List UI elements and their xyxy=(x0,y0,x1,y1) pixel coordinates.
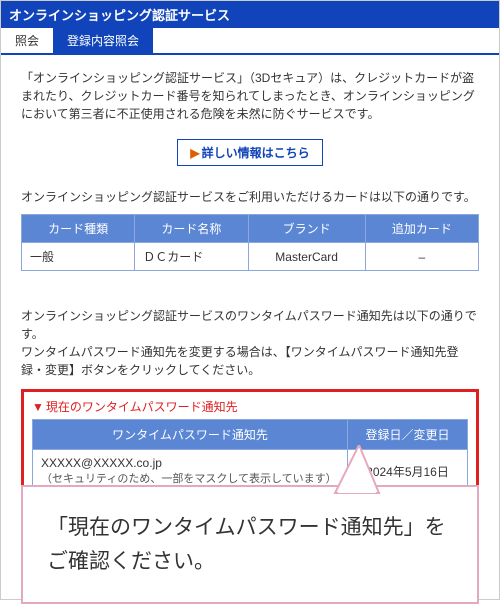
table-header-row: ワンタイムパスワード通知先 登録日／変更日 xyxy=(33,420,468,450)
td-brand: MasterCard xyxy=(248,243,365,271)
cards-lead-text: オンラインショッピング認証サービスをご利用いただけるカードは以下の通りです。 xyxy=(21,188,479,206)
callout-tail-icon xyxy=(323,445,383,495)
eligible-cards-table: カード種類 カード名称 ブランド 追加カード 一般 ＤＣカード MasterCa… xyxy=(21,214,479,271)
more-info-label: 詳しい情報はこちら xyxy=(202,146,310,160)
th-additional-card: 追加カード xyxy=(365,215,478,243)
th-card-name: カード名称 xyxy=(135,215,248,243)
info-button-wrap: ▶詳しい情報はこちら xyxy=(21,139,479,166)
tab-inquiry[interactable]: 照会 xyxy=(1,28,53,53)
title-bar: オンラインショッピング認証サービス xyxy=(1,1,499,28)
instruction-callout: 「現在のワンタイムパスワード通知先」をご確認ください。 xyxy=(21,485,479,604)
play-arrow-icon: ▶ xyxy=(190,146,199,160)
td-card-type: 一般 xyxy=(22,243,135,271)
tab-spacer xyxy=(153,28,499,53)
table-header-row: カード種類 カード名称 ブランド 追加カード xyxy=(22,215,479,243)
th-brand: ブランド xyxy=(248,215,365,243)
otp-box-title: ▼現在のワンタイムパスワード通知先 xyxy=(32,398,468,415)
tab-strip: 照会 登録内容照会 xyxy=(1,28,499,55)
otp-box-title-text: 現在のワンタイムパスワード通知先 xyxy=(46,400,238,414)
th-card-type: カード種類 xyxy=(22,215,135,243)
spacer xyxy=(21,271,479,307)
more-info-button[interactable]: ▶詳しい情報はこちら xyxy=(177,139,322,166)
callout-text: 「現在のワンタイムパスワード通知先」をご確認ください。 xyxy=(47,516,446,573)
otp-dest-note: （セキュリティのため、一部をマスクして表示しています） xyxy=(41,470,339,486)
otp-dest-email: XXXXX@XXXXX.co.jp xyxy=(41,456,339,470)
otp-destination-table: ワンタイムパスワード通知先 登録日／変更日 XXXXX@XXXXX.co.jp … xyxy=(32,419,468,493)
intro-text: 「オンラインショッピング認証サービス」（3Dセキュア）は、クレジットカードが盗ま… xyxy=(21,69,479,123)
table-row: 一般 ＤＣカード MasterCard – xyxy=(22,243,479,271)
td-additional-card: – xyxy=(365,243,478,271)
page-title: オンラインショッピング認証サービス xyxy=(9,8,230,23)
td-card-name: ＤＣカード xyxy=(135,243,248,271)
otp-lead-text: オンラインショッピング認証サービスのワンタイムパスワード通知先は以下の通りです。… xyxy=(21,307,479,379)
page-root: オンラインショッピング認証サービス 照会 登録内容照会 「オンラインショッピング… xyxy=(0,0,500,600)
tab-registration-details[interactable]: 登録内容照会 xyxy=(53,28,153,53)
triangle-down-icon: ▼ xyxy=(32,400,44,414)
th-otp-dest: ワンタイムパスワード通知先 xyxy=(33,420,348,450)
